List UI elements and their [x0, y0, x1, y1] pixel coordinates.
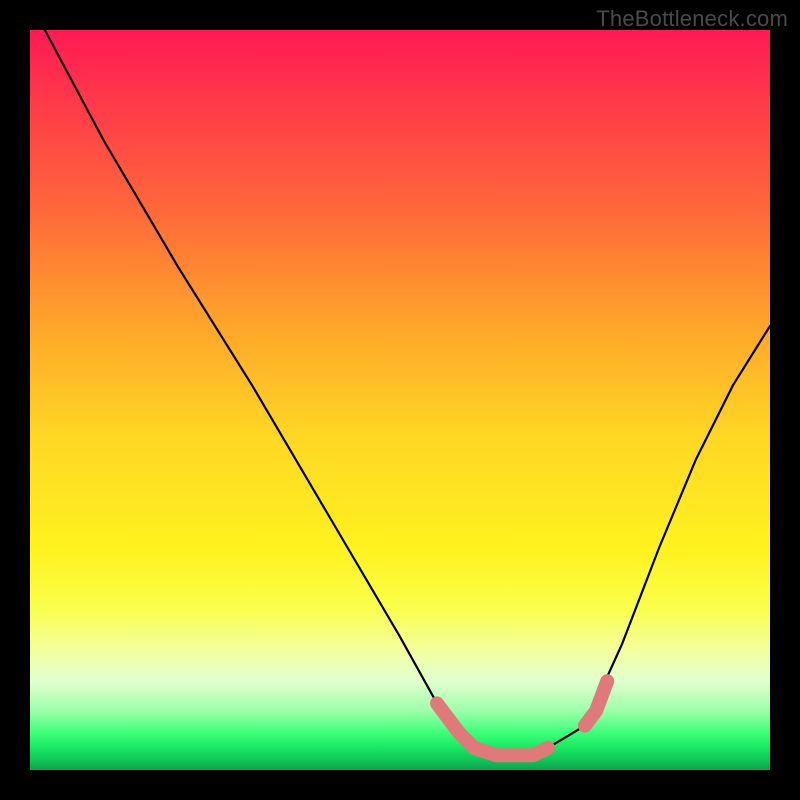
watermark-text: TheBottleneck.com	[596, 6, 788, 32]
highlight-floor	[437, 703, 548, 755]
bottleneck-curve	[45, 30, 770, 755]
chart-frame: TheBottleneck.com	[0, 0, 800, 800]
chart-plot-area	[30, 30, 770, 770]
highlight-right	[585, 681, 607, 725]
chart-svg	[30, 30, 770, 770]
